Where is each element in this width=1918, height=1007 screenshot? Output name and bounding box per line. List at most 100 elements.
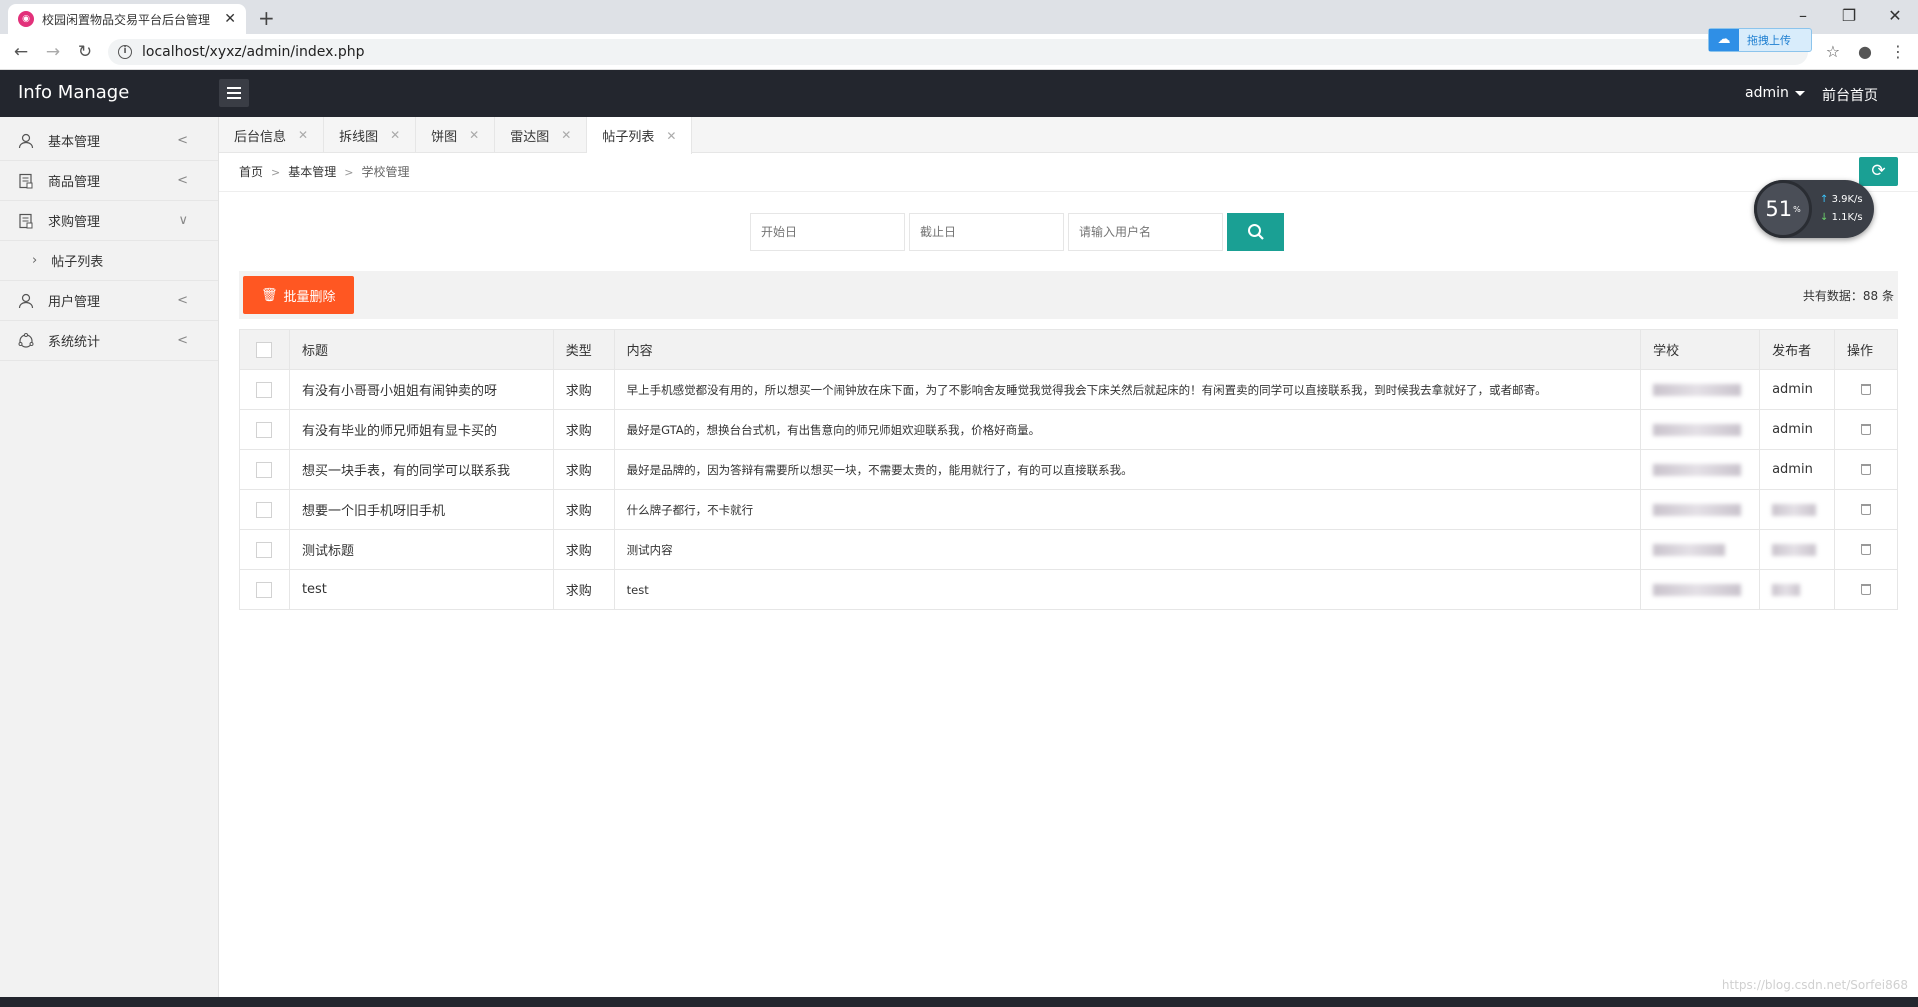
row-checkbox[interactable] [256, 541, 273, 558]
breadcrumb-level1[interactable]: 基本管理 [288, 165, 336, 179]
cell-title: test [288, 569, 554, 610]
cell-publisher [1759, 489, 1836, 530]
row-checkbox[interactable] [256, 421, 273, 438]
cell-type: 求购 [552, 409, 615, 450]
breadcrumb-separator: > [344, 166, 354, 179]
upload-badge[interactable]: ☁ 拖拽上传 [1708, 28, 1812, 52]
breadcrumb-home[interactable]: 首页 [239, 165, 263, 179]
cell-type: 求购 [552, 569, 615, 610]
sidebar-item-basic[interactable]: 基本管理 < [0, 121, 218, 161]
site-info-icon[interactable]: i [118, 45, 132, 59]
header-content: 内容 [613, 329, 1642, 370]
sidebar-item-goods[interactable]: 商品管理 < [0, 161, 218, 201]
close-icon[interactable]: ✕ [561, 128, 571, 142]
select-all-checkbox[interactable] [256, 341, 273, 358]
browser-menu-icon[interactable]: ⋮ [1890, 42, 1906, 61]
reload-icon[interactable]: ↻ [72, 42, 98, 62]
header-publisher: 发布者 [1759, 329, 1836, 370]
new-tab-icon[interactable]: + [258, 6, 275, 30]
front-page-link[interactable]: 前台首页 [1822, 85, 1878, 105]
close-icon[interactable]: ✕ [666, 129, 676, 143]
close-icon[interactable]: ✕ [298, 128, 308, 142]
cell-publisher: admin [1759, 409, 1836, 450]
table-row: 想要一个旧手机呀旧手机 求购 什么牌子都行，不卡就行 [239, 489, 1898, 530]
delete-icon[interactable] [1861, 464, 1872, 475]
sidebar-item-label: 系统统计 [48, 335, 101, 350]
back-icon[interactable]: ← [8, 42, 34, 62]
tab-radar-chart[interactable]: 雷达图 ✕ [495, 117, 588, 153]
forward-icon[interactable]: → [40, 42, 66, 62]
restore-icon[interactable]: ❐ [1826, 0, 1872, 34]
browser-tab[interactable]: ◉ 校园闲置物品交易平台后台管理 ✕ [8, 4, 246, 34]
main-content: 后台信息 ✕ 拆线图 ✕ 饼图 ✕ 雷达图 ✕ 帖子列表 ✕ 首页 > 基本管理 > 学校管理 ⟳… [219, 117, 1918, 997]
user-menu[interactable]: admin [1745, 85, 1805, 101]
start-date-input[interactable] [750, 213, 905, 251]
chevron-left-icon: < [177, 333, 188, 348]
sidebar-subitem-posts[interactable]: › 帖子列表 [0, 241, 218, 281]
tab-label: 后台信息 [234, 129, 287, 145]
arrow-down-icon: ↓ [1820, 212, 1829, 223]
cell-actions [1834, 489, 1898, 530]
tab-label: 帖子列表 [602, 130, 655, 145]
menu-bar [227, 97, 241, 99]
refresh-button[interactable]: ⟳ [1859, 157, 1898, 186]
chevron-down-icon: ∨ [178, 213, 188, 228]
row-checkbox[interactable] [256, 381, 273, 398]
chevron-left-icon: < [177, 133, 188, 148]
blurred-school [1653, 503, 1742, 516]
upload-label: 拖拽上传 [1747, 34, 1791, 47]
delete-icon[interactable] [1861, 384, 1872, 395]
network-meter-widget[interactable]: 51% ↑ 3.9K/s ↓ 1.1K/s [1754, 180, 1874, 238]
menu-bar [227, 87, 241, 89]
star-icon[interactable]: ☆ [1826, 42, 1840, 61]
sidebar-item-label: 基本管理 [48, 135, 101, 150]
delete-icon[interactable] [1861, 504, 1872, 515]
goods-icon [19, 173, 33, 188]
delete-icon[interactable] [1861, 584, 1872, 595]
row-checkbox[interactable] [256, 501, 273, 518]
divider [219, 191, 1918, 192]
delete-icon[interactable] [1861, 544, 1872, 555]
cell-type: 求购 [552, 369, 615, 410]
upload-rate: ↑ 3.9K/s [1820, 194, 1863, 205]
close-window-icon[interactable]: ✕ [1872, 0, 1918, 34]
sidebar-item-purchase[interactable]: 求购管理 ∨ [0, 201, 218, 241]
username-input[interactable] [1068, 213, 1223, 251]
sidebar-item-users[interactable]: 用户管理 < [0, 281, 218, 321]
row-checkbox[interactable] [256, 581, 273, 598]
search-button[interactable] [1227, 213, 1284, 251]
delete-icon[interactable] [1861, 424, 1872, 435]
row-select-cell [239, 569, 290, 610]
close-icon[interactable]: ✕ [390, 128, 400, 142]
batch-delete-button[interactable]: 🗑 批量删除 [243, 276, 354, 314]
blurred-school [1653, 383, 1742, 396]
tab-admin-info[interactable]: 后台信息 ✕ [219, 117, 325, 153]
cell-content: 什么牌子都行，不卡就行 [613, 489, 1642, 530]
row-select-cell [239, 449, 290, 490]
row-select-cell [239, 489, 290, 530]
chevron-right-icon: › [32, 253, 38, 268]
cell-title: 有没有毕业的师兄师姐有显卡买的 [288, 409, 554, 450]
address-bar[interactable]: i localhost/xyxz/admin/index.php [108, 39, 1808, 65]
table-row: 想买一块手表，有的同学可以联系我 求购 最好是品牌的，因为答辩有需要所以想买一块… [239, 449, 1898, 490]
chevron-left-icon: < [177, 173, 188, 188]
tab-pie-chart[interactable]: 饼图 ✕ [416, 117, 496, 153]
row-checkbox[interactable] [256, 461, 273, 478]
header-title: 标题 [288, 329, 554, 370]
cell-school [1640, 409, 1761, 450]
profile-icon[interactable]: ● [1858, 42, 1872, 61]
close-icon[interactable]: ✕ [469, 128, 479, 142]
sidebar-item-label: 求购管理 [48, 215, 101, 230]
chevron-left-icon: < [177, 293, 188, 308]
tab-post-list[interactable]: 帖子列表 ✕ [587, 117, 693, 154]
download-rate: ↓ 1.1K/s [1820, 212, 1863, 223]
sidebar-item-stats[interactable]: 系统统计 < [0, 321, 218, 361]
app-logo: Info Manage [18, 82, 130, 103]
cell-title: 想买一块手表，有的同学可以联系我 [288, 449, 554, 490]
tab-line-chart[interactable]: 拆线图 ✕ [324, 117, 417, 153]
menu-bar [227, 92, 241, 94]
close-tab-icon[interactable]: ✕ [224, 11, 236, 27]
menu-toggle-button[interactable] [219, 79, 249, 107]
end-date-input[interactable] [909, 213, 1064, 251]
cell-school [1640, 529, 1761, 570]
